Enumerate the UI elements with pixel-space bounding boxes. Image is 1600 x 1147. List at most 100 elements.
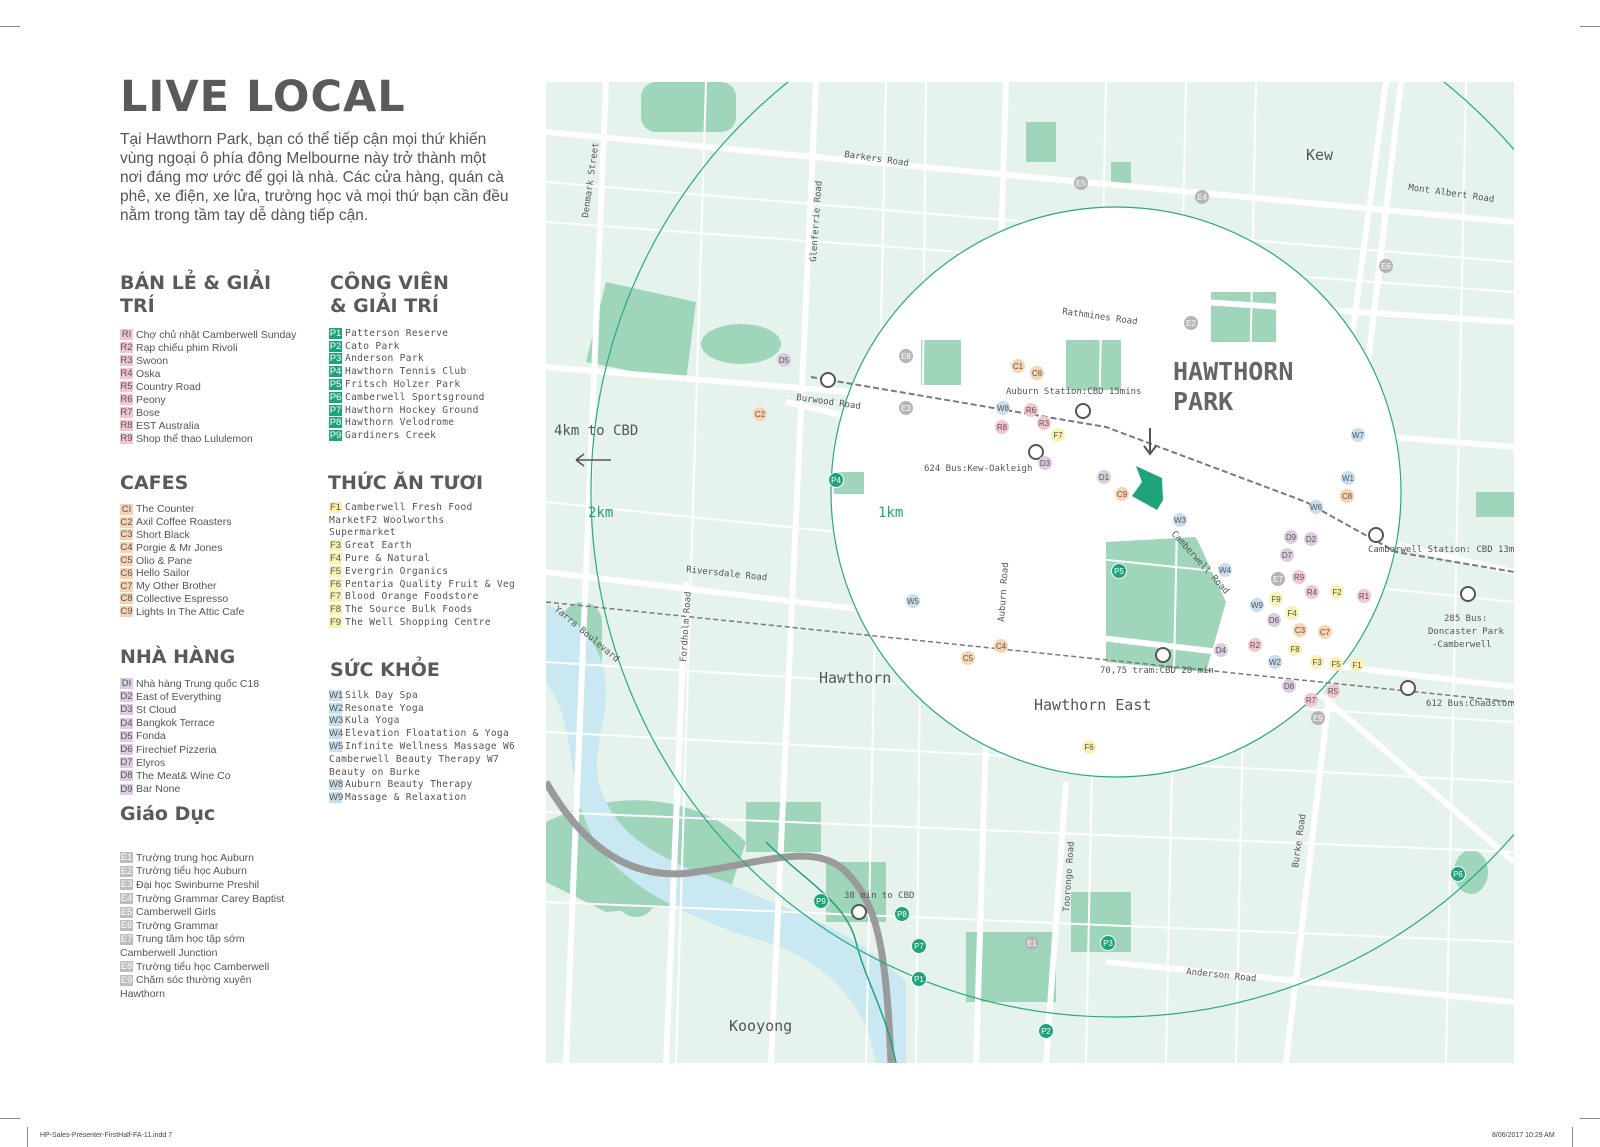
marker-c4[interactable]: C4 bbox=[994, 639, 1008, 653]
tram-icon[interactable] bbox=[1155, 647, 1171, 663]
marker-p5[interactable]: P5 bbox=[1111, 563, 1127, 579]
legend-code: CI bbox=[120, 503, 133, 515]
legend-name: Elevation Floatation & Yoga bbox=[345, 728, 510, 740]
marker-f3[interactable]: F3 bbox=[1310, 655, 1324, 669]
marker-d9[interactable]: D9 bbox=[1284, 530, 1298, 544]
marker-e1[interactable]: E1 bbox=[1025, 936, 1039, 950]
marker-f6[interactable]: F6 bbox=[1082, 740, 1096, 754]
marker-w9[interactable]: W9 bbox=[1250, 598, 1264, 612]
bus-icon[interactable] bbox=[1028, 444, 1044, 460]
marker-label: F5 bbox=[1331, 660, 1341, 669]
marker-p7[interactable]: P7 bbox=[911, 938, 927, 954]
legend-name: Blood Orange Foodstore bbox=[345, 591, 479, 603]
area-map[interactable]: Kew Hawthorn Hawthorn East Kooyong HAWTH… bbox=[546, 82, 1514, 1063]
marker-p2[interactable]: P2 bbox=[1038, 1023, 1054, 1039]
marker-f2[interactable]: F2 bbox=[1330, 585, 1344, 599]
marker-d6[interactable]: D6 bbox=[1267, 613, 1281, 627]
marker-r9[interactable]: R9 bbox=[1292, 570, 1306, 584]
marker-c1[interactable]: C1 bbox=[1011, 359, 1025, 373]
marker-e2[interactable]: E2 bbox=[1184, 316, 1198, 330]
marker-d8[interactable]: D8 bbox=[1282, 679, 1296, 693]
legend-name: Swoon bbox=[136, 354, 169, 367]
marker-f1[interactable]: F1 bbox=[1350, 658, 1364, 672]
legend-name: Hello Sailor bbox=[136, 567, 190, 580]
legend-item: E9 Chăm sóc thường xuyên bbox=[120, 973, 284, 987]
train-icon[interactable] bbox=[1368, 527, 1384, 543]
marker-c5[interactable]: C5 bbox=[961, 651, 975, 665]
legend-item: D9 Bar None bbox=[120, 783, 259, 796]
legend-code: P8 bbox=[329, 417, 342, 429]
marker-label: C8 bbox=[1342, 492, 1353, 501]
marker-c9[interactable]: C9 bbox=[1115, 487, 1129, 501]
legend-item: Camberwell Junction bbox=[120, 946, 284, 960]
marker-d4[interactable]: D4 bbox=[1214, 643, 1228, 657]
marker-r4[interactable]: R4 bbox=[1305, 585, 1319, 599]
legend-item: E3 Đại học Swinburne Preshil bbox=[120, 878, 284, 892]
marker-p4[interactable]: P4 bbox=[828, 472, 844, 488]
marker-d5[interactable]: D5 bbox=[777, 353, 791, 367]
marker-p3[interactable]: P3 bbox=[1100, 935, 1116, 951]
marker-w6[interactable]: W6 bbox=[1309, 500, 1323, 514]
legend-name: Camberwell Girls bbox=[136, 906, 216, 919]
legend-name: Pentaria Quality Fruit & Veg bbox=[345, 578, 516, 590]
train-icon[interactable] bbox=[1075, 403, 1091, 419]
marker-w4[interactable]: W4 bbox=[1218, 563, 1232, 577]
bus-icon[interactable] bbox=[1400, 680, 1416, 696]
legend-code: R2 bbox=[120, 342, 133, 353]
marker-p1[interactable]: P1 bbox=[911, 971, 927, 987]
marker-f9[interactable]: F9 bbox=[1269, 592, 1283, 606]
legend-item: C6 Hello Sailor bbox=[120, 567, 244, 580]
marker-f5[interactable]: F5 bbox=[1329, 657, 1343, 671]
marker-d3[interactable]: D3 bbox=[1038, 456, 1052, 470]
marker-w5[interactable]: W5 bbox=[906, 594, 920, 608]
marker-w2[interactable]: W2 bbox=[1268, 655, 1282, 669]
marker-r7[interactable]: R7 bbox=[1304, 693, 1318, 707]
legend-name: Camberwell Fresh Food bbox=[345, 501, 473, 513]
legend-code: P1 bbox=[329, 327, 342, 339]
legend-name: Hawthorn bbox=[120, 987, 165, 1000]
marker-e5[interactable]: E5 bbox=[1074, 176, 1088, 190]
legend-name: Peony bbox=[136, 393, 166, 406]
marker-label: P5 bbox=[1114, 567, 1124, 576]
marker-e8[interactable]: E8 bbox=[899, 349, 913, 363]
marker-r6[interactable]: R6 bbox=[1024, 403, 1038, 417]
marker-c7[interactable]: C7 bbox=[1318, 625, 1332, 639]
marker-r2[interactable]: R2 bbox=[1248, 638, 1262, 652]
legend-code: C8 bbox=[120, 593, 133, 605]
marker-w1[interactable]: W1 bbox=[1341, 471, 1355, 485]
legend-item: R9 Shop thể thao Lululemon bbox=[120, 432, 296, 445]
marker-e4[interactable]: E4 bbox=[1195, 190, 1209, 204]
marker-d2[interactable]: D2 bbox=[1304, 532, 1318, 546]
train-icon[interactable] bbox=[820, 372, 836, 388]
marker-w8[interactable]: W8 bbox=[996, 401, 1010, 415]
marker-r1[interactable]: R1 bbox=[1357, 589, 1371, 603]
marker-e9[interactable]: E9 bbox=[1311, 711, 1325, 725]
marker-e7[interactable]: E7 bbox=[1271, 572, 1285, 586]
legend-code: D9 bbox=[120, 783, 133, 795]
marker-r5[interactable]: R5 bbox=[1326, 684, 1340, 698]
marker-c2[interactable]: C2 bbox=[753, 407, 767, 421]
legend-code: P6 bbox=[329, 391, 342, 403]
bus-icon[interactable] bbox=[1460, 586, 1476, 602]
marker-w7[interactable]: W7 bbox=[1351, 428, 1365, 442]
marker-f7[interactable]: F7 bbox=[1051, 428, 1065, 442]
marker-d1[interactable]: D1 bbox=[1097, 470, 1111, 484]
marker-e3[interactable]: E3 bbox=[899, 401, 913, 415]
marker-w3[interactable]: W3 bbox=[1173, 513, 1187, 527]
marker-c3[interactable]: C3 bbox=[1293, 623, 1307, 637]
marker-c8[interactable]: C8 bbox=[1340, 489, 1354, 503]
legend-item: Beauty on Burke bbox=[329, 766, 515, 779]
marker-r8[interactable]: R8 bbox=[995, 420, 1009, 434]
marker-c6[interactable]: C6 bbox=[1030, 366, 1044, 380]
marker-r3[interactable]: R3 bbox=[1037, 416, 1051, 430]
marker-p8[interactable]: P8 bbox=[894, 906, 910, 922]
cafes-list: CI The Counter C2 Axil Coffee Roasters C3 Sho… bbox=[120, 503, 244, 618]
marker-p9[interactable]: P9 bbox=[813, 893, 829, 909]
legend-name: Collective Espresso bbox=[136, 592, 229, 605]
marker-d7[interactable]: D7 bbox=[1280, 548, 1294, 562]
bicycle-icon[interactable] bbox=[851, 904, 867, 920]
marker-p6[interactable]: P6 bbox=[1450, 866, 1466, 882]
marker-f4[interactable]: F4 bbox=[1285, 606, 1299, 620]
marker-e6[interactable]: E6 bbox=[1379, 259, 1393, 273]
marker-f8[interactable]: F8 bbox=[1288, 642, 1302, 656]
